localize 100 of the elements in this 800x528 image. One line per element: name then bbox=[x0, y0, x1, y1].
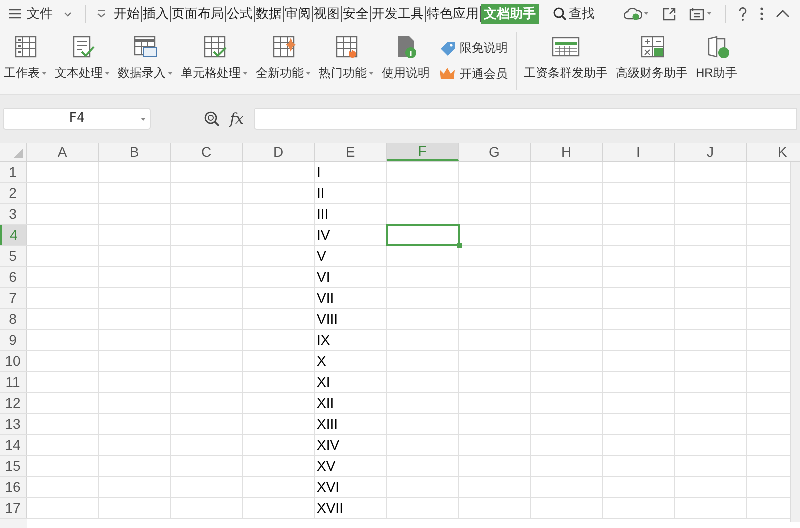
ribbon-tab[interactable]: 页面布局 bbox=[171, 4, 225, 24]
table-cell: VI bbox=[315, 267, 387, 287]
column-header[interactable]: I bbox=[603, 143, 675, 161]
ribbon-small-button[interactable]: 限免说明 bbox=[439, 39, 508, 57]
table-cell: IX bbox=[315, 330, 387, 350]
row-header[interactable]: 7 bbox=[0, 288, 27, 308]
ribbon-button[interactable]: 全新功能 bbox=[255, 28, 312, 94]
table-cell: IV bbox=[315, 225, 387, 245]
ribbon-button[interactable]: 工作表 bbox=[3, 28, 48, 94]
ribbon-tab[interactable]: 开发工具 bbox=[371, 4, 425, 24]
document-check-icon bbox=[70, 35, 94, 59]
row-header[interactable]: 10 bbox=[0, 351, 27, 371]
share-icon bbox=[662, 6, 677, 22]
ribbon-small-button[interactable]: 开通会员 bbox=[439, 65, 508, 83]
row-header[interactable]: 14 bbox=[0, 435, 27, 455]
tag-icon bbox=[439, 40, 456, 56]
table-sparkle-icon bbox=[272, 35, 296, 59]
crown-icon bbox=[439, 66, 456, 82]
column-header[interactable]: K bbox=[747, 143, 800, 161]
ribbon-button[interactable]: 热门功能 bbox=[318, 28, 375, 94]
column-header[interactable]: J bbox=[675, 143, 747, 161]
column-header[interactable]: B bbox=[99, 143, 171, 161]
table-flame-icon bbox=[334, 35, 358, 59]
caret-icon bbox=[707, 12, 713, 16]
ribbon-button[interactable]: 数据录入 bbox=[117, 28, 174, 94]
table-cell: II bbox=[315, 183, 387, 203]
toolbox-button[interactable] bbox=[689, 7, 713, 21]
ribbon-button[interactable]: HR助手 bbox=[695, 28, 738, 94]
table-cell: XV bbox=[315, 456, 387, 476]
ribbon-button[interactable]: 文本处理 bbox=[54, 28, 111, 94]
sheet-list-icon bbox=[14, 35, 38, 59]
column-header[interactable]: H bbox=[531, 143, 603, 161]
column-header[interactable]: G bbox=[459, 143, 531, 161]
row-header[interactable]: 9 bbox=[0, 330, 27, 350]
search-icon bbox=[553, 7, 567, 21]
row-header[interactable]: 17 bbox=[0, 498, 27, 518]
table-cell: V bbox=[315, 246, 387, 266]
help-button[interactable] bbox=[738, 6, 748, 22]
table-cell: I bbox=[315, 162, 387, 182]
ribbon-button[interactable]: 使用说明 bbox=[381, 28, 431, 94]
table-check-icon bbox=[202, 35, 226, 59]
ribbon-tab[interactable]: 数据 bbox=[255, 4, 283, 24]
cloud-icon bbox=[624, 7, 642, 21]
ribbon-tab[interactable]: 公式 bbox=[226, 4, 254, 24]
ribbon-tab[interactable]: 审阅 bbox=[284, 4, 312, 24]
magnifier-icon bbox=[204, 111, 220, 127]
row-header[interactable]: 15 bbox=[0, 456, 27, 476]
caret-icon bbox=[644, 12, 650, 16]
zoom-formula-button[interactable] bbox=[204, 111, 220, 127]
row-header[interactable]: 1 bbox=[0, 162, 27, 182]
table-cell: III bbox=[315, 204, 387, 224]
table-cell: VIII bbox=[315, 309, 387, 329]
fill-handle[interactable] bbox=[457, 243, 462, 248]
column-header[interactable]: A bbox=[27, 143, 99, 161]
ribbon-tab[interactable]: 特色应用 bbox=[426, 4, 480, 24]
calculator-grid-icon bbox=[640, 35, 664, 59]
ribbon-tab[interactable]: 插入 bbox=[142, 4, 170, 24]
caret-icon bbox=[141, 118, 146, 121]
function-button[interactable]: fx bbox=[228, 108, 246, 130]
row-header[interactable]: 2 bbox=[0, 183, 27, 203]
row-header[interactable]: 13 bbox=[0, 414, 27, 434]
column-header[interactable]: C bbox=[171, 143, 243, 161]
help-icon bbox=[738, 6, 748, 22]
ribbon-button[interactable]: 单元格处理 bbox=[180, 28, 249, 94]
vertical-scrollbar[interactable] bbox=[790, 162, 800, 522]
ribbon-tab[interactable]: 安全 bbox=[342, 4, 370, 24]
row-header[interactable]: 5 bbox=[0, 246, 27, 266]
row-header[interactable]: 8 bbox=[0, 309, 27, 329]
share-button[interactable] bbox=[662, 6, 677, 22]
tray-icon bbox=[689, 7, 705, 21]
menu-icon bbox=[8, 8, 22, 20]
file-menu[interactable]: 文件 bbox=[0, 0, 81, 28]
column-header[interactable]: D bbox=[243, 143, 315, 161]
table-cell: X bbox=[315, 351, 387, 371]
caret-icon bbox=[97, 10, 106, 18]
table-cell: XIV bbox=[315, 435, 387, 455]
chevron-up-icon bbox=[776, 10, 790, 18]
table-cell: XII bbox=[315, 393, 387, 413]
ribbon-tab[interactable]: 开始 bbox=[113, 4, 141, 24]
table-number-icon bbox=[134, 35, 158, 59]
row-header[interactable]: 3 bbox=[0, 204, 27, 224]
table-cell: XVI bbox=[315, 477, 387, 497]
row-header[interactable]: 16 bbox=[0, 477, 27, 497]
payslip-icon bbox=[552, 35, 580, 59]
collapse-ribbon-button[interactable] bbox=[776, 10, 790, 18]
table-cell: VII bbox=[315, 288, 387, 308]
selected-cell[interactable] bbox=[386, 224, 460, 246]
formula-input[interactable] bbox=[254, 108, 797, 130]
search-button[interactable]: 查找 bbox=[553, 0, 595, 28]
more-button[interactable] bbox=[760, 7, 764, 21]
ribbon-button[interactable]: 高级财务助手 bbox=[615, 28, 689, 94]
ribbon-button[interactable]: 工资条群发助手 bbox=[523, 28, 609, 94]
cloud-sync-button[interactable] bbox=[624, 7, 650, 21]
row-header[interactable]: 11 bbox=[0, 372, 27, 392]
table-cell: XIII bbox=[315, 414, 387, 434]
row-header[interactable]: 12 bbox=[0, 393, 27, 413]
ribbon-tab[interactable]: 视图 bbox=[313, 4, 341, 24]
row-header[interactable]: 6 bbox=[0, 267, 27, 287]
caret-icon bbox=[64, 10, 73, 18]
name-box[interactable]: F4 bbox=[3, 108, 151, 130]
